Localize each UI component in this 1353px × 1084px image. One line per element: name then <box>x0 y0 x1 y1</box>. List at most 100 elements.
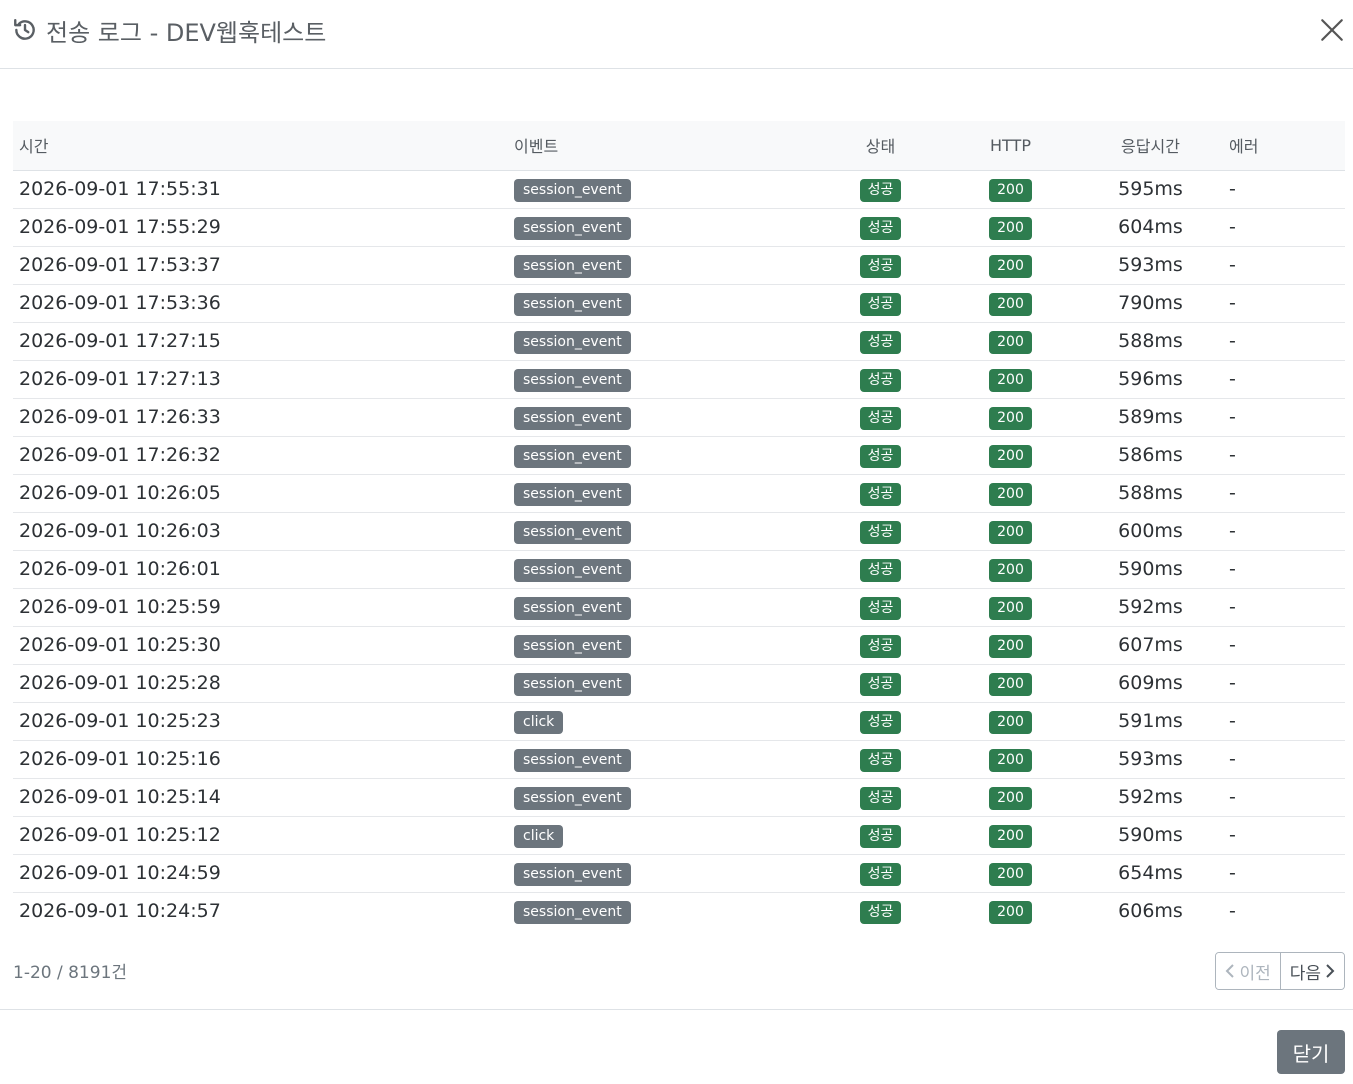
cell-error: - <box>1229 292 1236 314</box>
cell-status: 성공 <box>818 360 943 398</box>
prev-page-button[interactable]: 이전 <box>1216 953 1281 989</box>
log-table-body: 2026-09-01 17:55:31 session_event 성공 200 595… <box>13 170 1345 930</box>
chevron-right-icon <box>1326 964 1335 978</box>
cell-status: 성공 <box>818 816 943 854</box>
cell-http: 200 <box>943 208 1078 246</box>
cell-event: click <box>508 816 818 854</box>
cell-time: 2026-09-01 17:27:13 <box>19 368 221 390</box>
cell-http: 200 <box>943 474 1078 512</box>
cell-time: 2026-09-01 10:26:05 <box>19 482 221 504</box>
status-badge: 성공 <box>859 178 902 202</box>
column-header-status: 상태 <box>818 121 943 171</box>
cell-error: - <box>1229 330 1236 352</box>
cell-event: session_event <box>508 740 818 778</box>
event-badge: click <box>514 824 564 848</box>
cell-http: 200 <box>943 284 1078 322</box>
prev-page-label: 이전 <box>1239 963 1271 984</box>
cell-response-time: 595ms <box>1118 178 1183 200</box>
cell-error: - <box>1229 444 1236 466</box>
status-badge: 성공 <box>859 216 902 240</box>
cell-http: 200 <box>943 170 1078 208</box>
cell-event: session_event <box>508 778 818 816</box>
status-badge: 성공 <box>859 710 902 734</box>
cell-event: session_event <box>508 170 818 208</box>
cell-status: 성공 <box>818 702 943 740</box>
cell-status: 성공 <box>818 436 943 474</box>
cell-event: session_event <box>508 208 818 246</box>
cell-time: 2026-09-01 17:53:36 <box>19 292 221 314</box>
table-row: 2026-09-01 17:27:13 session_event 성공 200 596… <box>13 360 1345 398</box>
status-badge: 성공 <box>859 862 902 886</box>
cell-time: 2026-09-01 10:25:14 <box>19 786 221 808</box>
cell-http: 200 <box>943 740 1078 778</box>
cell-response-time: 790ms <box>1118 292 1183 314</box>
cell-time: 2026-09-01 17:26:33 <box>19 406 221 428</box>
http-status-badge: 200 <box>989 672 1032 696</box>
cell-status: 성공 <box>818 512 943 550</box>
cell-time: 2026-09-01 10:25:23 <box>19 710 221 732</box>
cell-response-time: 591ms <box>1118 710 1183 732</box>
status-badge: 성공 <box>859 330 902 354</box>
cell-time: 2026-09-01 10:25:12 <box>19 824 221 846</box>
cell-http: 200 <box>943 854 1078 892</box>
cell-http: 200 <box>943 246 1078 284</box>
history-icon <box>14 19 35 40</box>
cell-time: 2026-09-01 17:26:32 <box>19 444 221 466</box>
status-badge: 성공 <box>859 482 902 506</box>
cell-event: session_event <box>508 588 818 626</box>
cell-error: - <box>1229 786 1236 808</box>
event-badge: session_event <box>514 216 631 240</box>
cell-http: 200 <box>943 778 1078 816</box>
cell-response-time: 596ms <box>1118 368 1183 390</box>
event-badge: session_event <box>514 520 631 544</box>
table-row: 2026-09-01 10:25:14 session_event 성공 200 592… <box>13 778 1345 816</box>
cell-event: session_event <box>508 322 818 360</box>
cell-event: session_event <box>508 398 818 436</box>
http-status-badge: 200 <box>989 710 1032 734</box>
cell-time: 2026-09-01 17:55:29 <box>19 216 221 238</box>
table-row: 2026-09-01 17:27:15 session_event 성공 200 588… <box>13 322 1345 360</box>
cell-response-time: 600ms <box>1118 520 1183 542</box>
cell-status: 성공 <box>818 740 943 778</box>
http-status-badge: 200 <box>989 330 1032 354</box>
cell-error: - <box>1229 406 1236 428</box>
cell-error: - <box>1229 254 1236 276</box>
cell-status: 성공 <box>818 854 943 892</box>
table-row: 2026-09-01 17:55:29 session_event 성공 200 604… <box>13 208 1345 246</box>
log-table: 시간 이벤트 상태 HTTP 응답시간 에러 2026-09-01 17:55:… <box>13 121 1345 930</box>
cell-time: 2026-09-01 17:27:15 <box>19 330 221 352</box>
column-header-error: 에러 <box>1223 121 1345 171</box>
cell-http: 200 <box>943 322 1078 360</box>
status-badge: 성공 <box>859 444 902 468</box>
cell-error: - <box>1229 824 1236 846</box>
cell-time: 2026-09-01 10:25:16 <box>19 748 221 770</box>
event-badge: session_event <box>514 444 631 468</box>
next-page-button[interactable]: 다음 <box>1280 953 1344 989</box>
http-status-badge: 200 <box>989 596 1032 620</box>
cell-event: session_event <box>508 360 818 398</box>
http-status-badge: 200 <box>989 482 1032 506</box>
status-badge: 성공 <box>859 900 902 924</box>
cell-http: 200 <box>943 664 1078 702</box>
http-status-badge: 200 <box>989 634 1032 658</box>
cell-error: - <box>1229 710 1236 732</box>
status-badge: 성공 <box>859 292 902 316</box>
cell-response-time: 589ms <box>1118 406 1183 428</box>
table-row: 2026-09-01 10:25:28 session_event 성공 200 609… <box>13 664 1345 702</box>
close-icon[interactable] <box>1319 17 1345 43</box>
cell-response-time: 590ms <box>1118 824 1183 846</box>
table-row: 2026-09-01 10:26:01 session_event 성공 200 590… <box>13 550 1345 588</box>
event-badge: session_event <box>514 634 631 658</box>
log-table-container: 시간 이벤트 상태 HTTP 응답시간 에러 2026-09-01 17:55:… <box>13 121 1345 930</box>
cell-time: 2026-09-01 10:25:30 <box>19 634 221 656</box>
column-header-http: HTTP <box>943 121 1078 171</box>
cell-time: 2026-09-01 10:24:59 <box>19 862 221 884</box>
cell-response-time: 592ms <box>1118 596 1183 618</box>
status-badge: 성공 <box>859 558 902 582</box>
cell-error: - <box>1229 368 1236 390</box>
status-badge: 성공 <box>859 368 902 392</box>
http-status-badge: 200 <box>989 748 1032 772</box>
http-status-badge: 200 <box>989 558 1032 582</box>
table-row: 2026-09-01 10:25:30 session_event 성공 200 607… <box>13 626 1345 664</box>
close-button[interactable]: 닫기 <box>1277 1030 1345 1074</box>
